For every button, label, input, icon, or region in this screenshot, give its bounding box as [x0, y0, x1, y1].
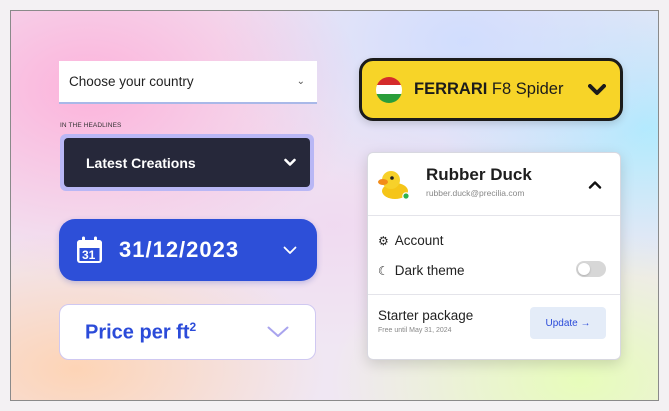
price-select-value: Price per ft2	[85, 319, 197, 344]
headlines-select-focus-ring: Latest Creations	[60, 134, 314, 191]
chevron-up-icon	[588, 181, 602, 189]
flag-stripe	[376, 76, 402, 86]
profile-header[interactable]: Rubber Duck rubber.duck@precilia.com	[368, 153, 620, 213]
rubber-duck-avatar	[378, 171, 410, 200]
menu-item-label: Dark theme	[394, 263, 465, 278]
price-select[interactable]: Price per ft2	[59, 304, 316, 360]
headlines-select[interactable]: Latest Creations	[64, 138, 310, 187]
calendar-icon: 31	[76, 236, 103, 264]
menu-item-dark-theme[interactable]: ☾ Dark theme	[378, 263, 465, 278]
dark-theme-toggle[interactable]	[576, 261, 606, 277]
divider	[368, 294, 620, 295]
car-brand: FERRARI	[414, 80, 488, 98]
menu-item-label: Account	[394, 233, 444, 248]
country-select-value: Choose your country	[69, 74, 194, 89]
package-title: Starter package	[378, 308, 474, 323]
chevron-down-icon	[284, 158, 296, 166]
chevron-down-icon	[588, 83, 606, 95]
moon-icon: ☾	[378, 263, 389, 278]
italy-flag-icon	[376, 76, 402, 103]
package-subtitle: Free until May 31, 2024	[378, 327, 452, 334]
canvas: Choose your country ⌄ IN THE HEADLINES L…	[10, 10, 659, 401]
chevron-down-icon	[283, 246, 297, 254]
profile-card: Rubber Duck rubber.duck@precilia.com ⚙ A…	[367, 152, 621, 360]
car-select-value: FERRARI F8 Spider	[414, 80, 588, 99]
date-picker[interactable]: 31 31/12/2023	[59, 219, 317, 281]
toggle-knob	[578, 263, 590, 275]
headlines-select-value: Latest Creations	[86, 154, 196, 171]
flag-stripe	[376, 85, 402, 94]
calendar-day: 31	[82, 248, 96, 262]
superscript: 2	[189, 319, 197, 334]
divider	[368, 215, 620, 216]
chevron-down-icon	[267, 326, 289, 337]
date-value: 31/12/2023	[119, 237, 240, 262]
car-model: F8 Spider	[487, 80, 564, 98]
car-select[interactable]: FERRARI F8 Spider	[359, 58, 623, 121]
chevron-down-icon: ⌄	[296, 76, 305, 87]
headlines-label: IN THE HEADLINES	[60, 122, 122, 129]
user-name: Rubber Duck	[426, 165, 532, 184]
flag-stripe	[376, 93, 402, 103]
gear-icon: ⚙	[378, 233, 389, 248]
update-button[interactable]: Update →	[530, 307, 606, 339]
user-email: rubber.duck@precilia.com	[426, 188, 525, 198]
country-select[interactable]: Choose your country ⌄	[59, 61, 317, 104]
menu-item-account[interactable]: ⚙ Account	[378, 233, 444, 248]
